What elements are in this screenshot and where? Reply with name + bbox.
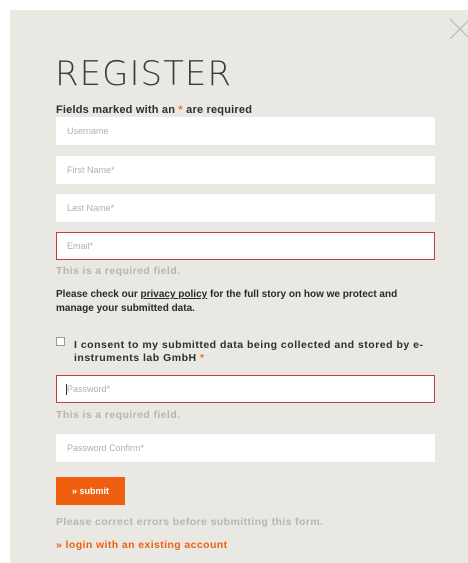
password-confirm-field[interactable]: [56, 434, 435, 462]
email-field[interactable]: [56, 232, 435, 260]
required-note-suffix: are required: [186, 104, 253, 116]
consent-text: I consent to my submitted data being col…: [74, 339, 424, 364]
email-error: This is a required field.: [56, 265, 181, 277]
consent-label: I consent to my submitted data being col…: [74, 339, 434, 365]
submit-button[interactable]: » submit: [56, 477, 125, 505]
consent-checkbox[interactable]: [56, 337, 65, 346]
first-name-field[interactable]: [56, 156, 435, 184]
password-error: This is a required field.: [56, 409, 181, 421]
privacy-prefix: Please check our: [56, 289, 138, 300]
login-link[interactable]: » login with an existing account: [56, 539, 227, 551]
consent-required-star: *: [200, 352, 205, 364]
required-note-text: Fields marked with an: [56, 104, 176, 116]
password-field[interactable]: [56, 375, 435, 403]
text-cursor: [66, 384, 67, 395]
username-field[interactable]: [56, 117, 435, 145]
close-icon[interactable]: [449, 18, 468, 40]
privacy-policy-link[interactable]: privacy policy: [141, 289, 208, 300]
page-title: REGISTER: [55, 54, 232, 94]
last-name-field[interactable]: [56, 194, 435, 222]
form-error: Please correct errors before submitting …: [56, 516, 324, 528]
required-note: Fields marked with an * are required: [56, 103, 252, 117]
privacy-note: Please check our privacy policy for the …: [56, 288, 431, 316]
required-star: *: [178, 104, 183, 116]
